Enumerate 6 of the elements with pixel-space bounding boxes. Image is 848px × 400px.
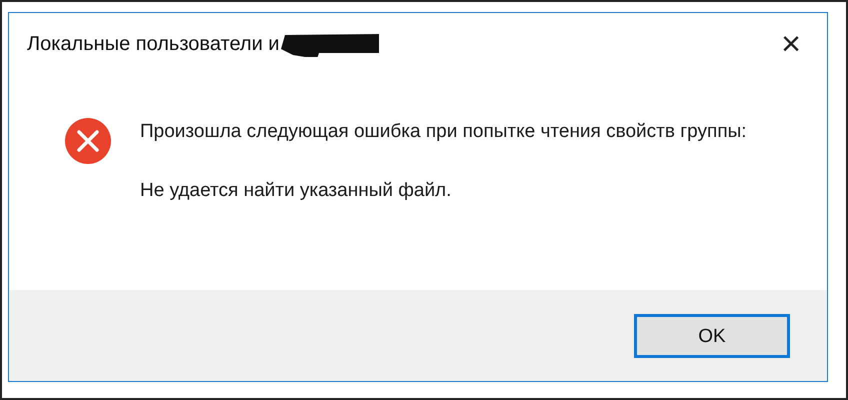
error-icon [64, 117, 112, 165]
message-text: Произошла следующая ошибка при попытке чтения свойств группы: [140, 120, 748, 144]
ok-button[interactable]: OK [634, 314, 790, 358]
window-title: Локальные пользователи и [27, 32, 280, 57]
close-button[interactable]: × [775, 27, 807, 61]
message-text: Не удается найти указанный файл. [140, 179, 452, 203]
